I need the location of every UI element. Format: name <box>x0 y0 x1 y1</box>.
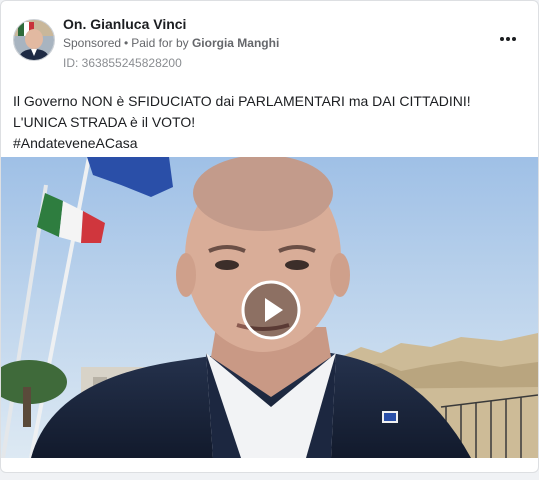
hashtag-link[interactable]: #AndateveneACasa <box>13 133 523 154</box>
ad-id: ID: 363855245828200 <box>63 56 182 70</box>
post-header: On. Gianluca Vinci Sponsored • Paid for by… <box>1 1 538 79</box>
more-horizontal-icon <box>498 37 517 41</box>
ad-card: On. Gianluca Vinci Sponsored • Paid for by… <box>0 0 539 473</box>
more-options-button[interactable] <box>496 29 520 49</box>
play-icon <box>241 280 301 340</box>
sponsored-meta: Sponsored • Paid for by Giorgia Manghi <box>63 36 279 50</box>
page-name[interactable]: On. Gianluca Vinci <box>63 16 186 32</box>
play-button[interactable] <box>241 280 301 340</box>
post-text: Il Governo NON è SFIDUCIATO dai PARLAMEN… <box>13 91 523 154</box>
paid-for-prefix: Paid for by <box>131 36 189 50</box>
avatar-image <box>14 20 54 60</box>
meta-separator: • <box>124 36 129 50</box>
avatar[interactable] <box>13 19 55 61</box>
post-text-line: Il Governo NON è SFIDUCIATO dai PARLAMEN… <box>13 93 471 109</box>
sponsored-label: Sponsored <box>63 36 122 50</box>
post-text-line: L'UNICA STRADA è il VOTO! <box>13 114 196 130</box>
payer-name[interactable]: Giorgia Manghi <box>192 36 279 50</box>
